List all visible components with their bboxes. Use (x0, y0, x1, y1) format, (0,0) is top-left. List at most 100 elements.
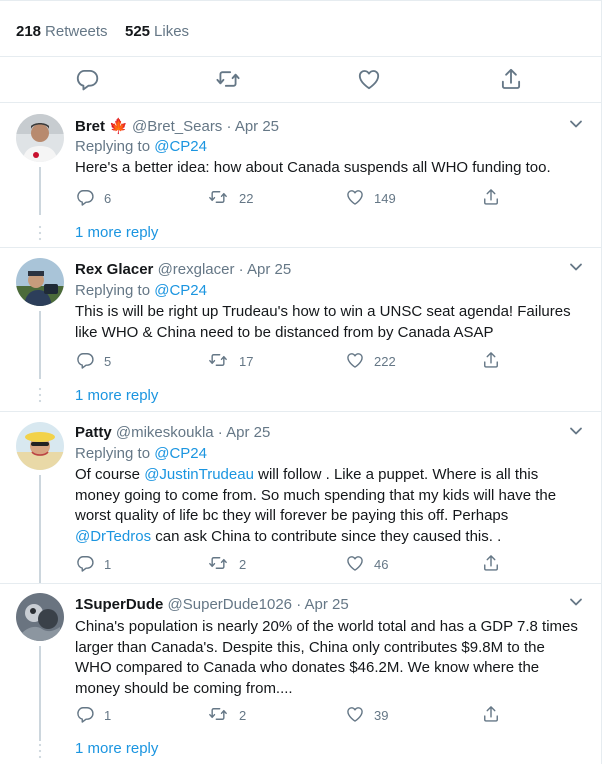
tweet-date[interactable]: Apr 25 (247, 261, 291, 278)
chevron-down-icon[interactable] (568, 118, 584, 130)
retweet-icon[interactable] (208, 350, 228, 370)
retweets-label: Retweets (45, 23, 108, 40)
more-dots-icon (38, 387, 42, 403)
more-replies-link[interactable]: 1 more reply (75, 387, 158, 404)
retweets-stat[interactable]: 218 Retweets (16, 23, 108, 40)
like-count: 39 (374, 708, 389, 723)
separator: · (226, 118, 232, 135)
display-name[interactable]: Patty (75, 424, 112, 441)
reply-icon[interactable] (74, 66, 100, 92)
likes-label: Likes (154, 23, 190, 40)
like-count: 149 (374, 191, 396, 206)
thread-line (39, 646, 41, 741)
like-count: 222 (374, 354, 396, 369)
reply-tweet-bret[interactable]: Bret 🍁 @Bret_Sears · Apr 25 Replying to … (0, 103, 601, 248)
chevron-down-icon[interactable] (568, 425, 584, 437)
display-name[interactable]: Bret (75, 118, 105, 135)
more-replies-link[interactable]: 1 more reply (75, 740, 158, 757)
share-icon[interactable] (481, 350, 501, 370)
tweet-header: Rex Glacer @rexglacer · Apr 25 (75, 261, 291, 278)
likes-count: 525 (125, 23, 151, 40)
replying-to-label: Replying to (75, 282, 151, 299)
replying-to-label: Replying to (75, 445, 151, 462)
maple-leaf-icon: 🍁 (109, 118, 128, 135)
user-handle[interactable]: @mikeskoukla (116, 424, 214, 441)
mention-link[interactable]: @DrTedros (75, 528, 151, 545)
separator: · (217, 424, 223, 441)
like-count: 46 (374, 557, 389, 572)
display-name[interactable]: Rex Glacer (75, 261, 153, 278)
reply-tweet-1superdude[interactable]: 1SuperDude @SuperDude1026 · Apr 25 China… (0, 583, 601, 764)
retweet-count: 17 (239, 354, 254, 369)
separator: · (296, 596, 302, 613)
replying-to: Replying to @CP24 (75, 445, 207, 462)
heart-icon[interactable] (345, 187, 365, 207)
thread-line (39, 311, 41, 379)
share-icon[interactable] (481, 553, 501, 573)
display-name[interactable]: 1SuperDude (75, 596, 163, 613)
tweet-date[interactable]: Apr 25 (235, 118, 279, 135)
replying-to: Replying to @CP24 (75, 138, 207, 155)
tweet-text: This is will be right up Trudeau's how t… (75, 303, 571, 341)
thread-line (39, 167, 41, 215)
reply-to-link[interactable]: @CP24 (154, 138, 207, 155)
share-icon[interactable] (481, 704, 501, 724)
separator: · (238, 261, 244, 278)
chevron-down-icon[interactable] (568, 596, 584, 608)
retweet-icon[interactable] (208, 187, 228, 207)
tweet-date[interactable]: Apr 25 (226, 424, 270, 441)
reply-tweet-rex-glacer[interactable]: Rex Glacer @rexglacer · Apr 25 Replying … (0, 248, 601, 412)
reply-tweet-patty[interactable]: Patty @mikeskoukla · Apr 25 Replying to … (0, 412, 601, 584)
heart-icon[interactable] (345, 704, 365, 724)
avatar[interactable] (16, 258, 64, 306)
mention-link[interactable]: @JustinTrudeau (144, 466, 254, 483)
tweet-text: China's population is nearly 20% of the … (75, 618, 578, 697)
reply-to-link[interactable]: @CP24 (154, 282, 207, 299)
reply-icon[interactable] (75, 553, 95, 573)
tweet-text: Of course @JustinTrudeau will follow . L… (75, 465, 585, 547)
reply-icon[interactable] (75, 704, 95, 724)
tweet-header: Patty @mikeskoukla · Apr 25 (75, 424, 270, 441)
user-handle[interactable]: @SuperDude1026 (168, 596, 292, 613)
retweet-count: 2 (239, 708, 247, 723)
reply-to-link[interactable]: @CP24 (154, 445, 207, 462)
reply-count: 1 (104, 557, 112, 572)
user-handle[interactable]: @Bret_Sears (132, 118, 222, 135)
chevron-down-icon[interactable] (568, 261, 584, 273)
heart-icon[interactable] (345, 553, 365, 573)
heart-icon[interactable] (345, 350, 365, 370)
avatar[interactable] (16, 422, 64, 470)
reply-count: 1 (104, 708, 112, 723)
retweet-icon[interactable] (215, 66, 241, 92)
text-segment: Of course (75, 466, 145, 483)
reply-count: 5 (104, 354, 112, 369)
tweet-header: 1SuperDude @SuperDude1026 · Apr 25 (75, 596, 349, 613)
user-handle[interactable]: @rexglacer (158, 261, 235, 278)
likes-stat[interactable]: 525 Likes (125, 23, 189, 40)
tweet-text: Here's a better idea: how about Canada s… (75, 159, 551, 176)
tweet-date[interactable]: Apr 25 (305, 596, 349, 613)
more-replies-link[interactable]: 1 more reply (75, 224, 158, 241)
tweet-header: Bret 🍁 @Bret_Sears · Apr 25 (75, 117, 279, 135)
text-segment: can ask China to contribute since they c… (151, 527, 502, 545)
more-dots-icon (38, 743, 42, 759)
retweet-count: 2 (239, 557, 247, 572)
reply-count: 6 (104, 191, 112, 206)
retweet-icon[interactable] (208, 553, 228, 573)
retweets-count: 218 (16, 23, 42, 40)
share-icon[interactable] (481, 187, 501, 207)
replying-to: Replying to @CP24 (75, 282, 207, 299)
reply-icon[interactable] (75, 187, 95, 207)
avatar[interactable] (16, 114, 64, 162)
thread-line (39, 475, 41, 583)
tweet-thread: 218 Retweets 525 Likes Bret 🍁 @Bret_Sears … (0, 0, 602, 764)
heart-icon[interactable] (356, 66, 382, 92)
main-tweet-actions (0, 56, 601, 103)
engagement-stats: 218 Retweets 525 Likes (0, 0, 601, 57)
retweet-icon[interactable] (208, 704, 228, 724)
reply-icon[interactable] (75, 350, 95, 370)
share-icon[interactable] (498, 66, 524, 92)
replying-to-label: Replying to (75, 138, 151, 155)
avatar[interactable] (16, 593, 64, 641)
more-dots-icon (38, 225, 42, 241)
